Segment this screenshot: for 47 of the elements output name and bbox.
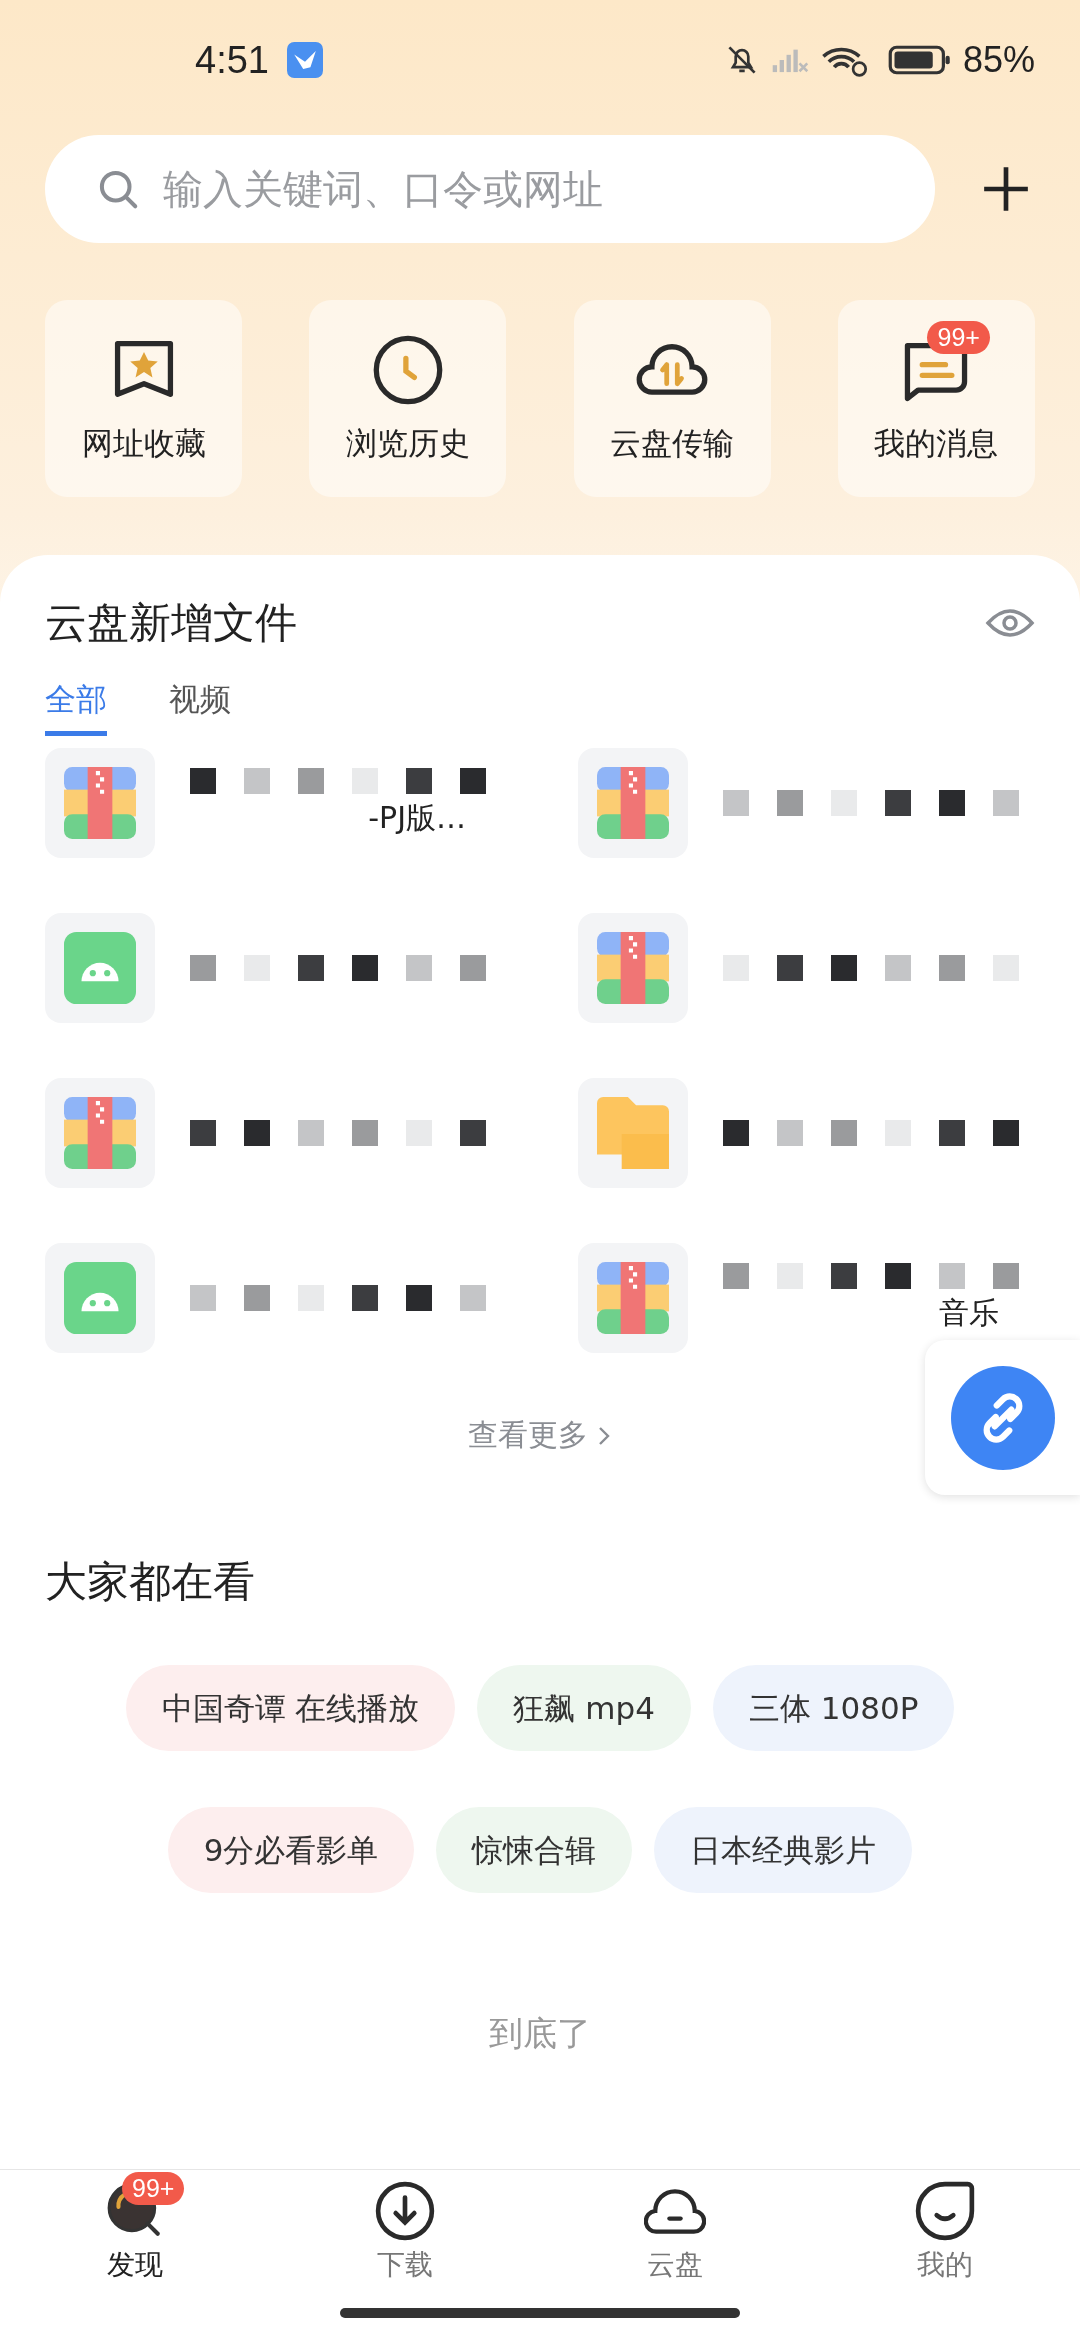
file-icon-tile[interactable] [45, 1078, 155, 1188]
file-icon-tile[interactable] [578, 1078, 688, 1188]
archive-icon [64, 767, 136, 839]
shortcut-tile[interactable]: 网址收藏 [45, 300, 242, 497]
bird-icon [286, 42, 323, 78]
file-icon-tile[interactable] [45, 748, 155, 858]
unread-badge: 99+ [927, 320, 990, 354]
section-title: 云盘新增文件 [45, 597, 297, 649]
nav-tab[interactable]: 99+ 发现 [0, 2170, 270, 2305]
android-icon [64, 932, 136, 1004]
file-icon-tile[interactable] [45, 1243, 155, 1353]
file-icon-tile[interactable] [578, 913, 688, 1023]
unread-badge: 99+ [122, 2172, 185, 2205]
shortcut-tile[interactable]: 99+ 我的消息 [838, 300, 1035, 497]
nav-tab[interactable]: 云盘 [540, 2170, 810, 2305]
clock-time: 4:51 [195, 38, 269, 82]
topic-chip[interactable]: 日本经典影片 [654, 1807, 913, 1893]
nav-tab[interactable]: 下载 [270, 2170, 540, 2305]
battery-percent: 85% [962, 39, 1035, 81]
file-name-fragment: -PJ版… [368, 798, 466, 837]
archive-icon [597, 767, 669, 839]
filter-tab[interactable]: 视频 [169, 679, 231, 736]
archive-icon [64, 1097, 136, 1169]
archive-icon [597, 932, 669, 1004]
section-title: 大家都在看 [45, 1556, 255, 1608]
search-field[interactable]: 输入关键词、口令或网址 [45, 135, 935, 243]
battery-icon [886, 43, 953, 77]
android-icon [64, 1262, 136, 1334]
shortcut-tile[interactable]: 云盘传输 [573, 300, 771, 497]
smile-face-icon [914, 2180, 976, 2242]
folder-icon [597, 1097, 669, 1169]
link-icon[interactable] [950, 1365, 1055, 1470]
file-icon-tile[interactable] [45, 913, 155, 1023]
topic-chip[interactable]: 中国奇谭 在线播放 [125, 1665, 456, 1751]
topic-chip[interactable]: 9分必看影单 [167, 1807, 415, 1893]
end-of-list-text: 到底了 [488, 2012, 592, 2055]
shortcut-tile[interactable]: 浏览历史 [309, 300, 507, 497]
topic-chip[interactable]: 惊悚合辑 [436, 1807, 633, 1893]
topic-chip[interactable]: 狂飙 mp4 [477, 1665, 691, 1751]
filter-tab[interactable]: 全部 [45, 679, 107, 736]
topic-chip[interactable]: 三体 1080P [712, 1665, 955, 1751]
file-icon-tile[interactable] [578, 748, 688, 858]
download-icon [374, 2180, 436, 2242]
file-name-fragment: 音乐 [939, 1293, 999, 1332]
file-icon-tile[interactable] [578, 1243, 688, 1353]
nav-tab[interactable]: 我的 [810, 2170, 1080, 2305]
archive-icon [597, 1262, 669, 1334]
